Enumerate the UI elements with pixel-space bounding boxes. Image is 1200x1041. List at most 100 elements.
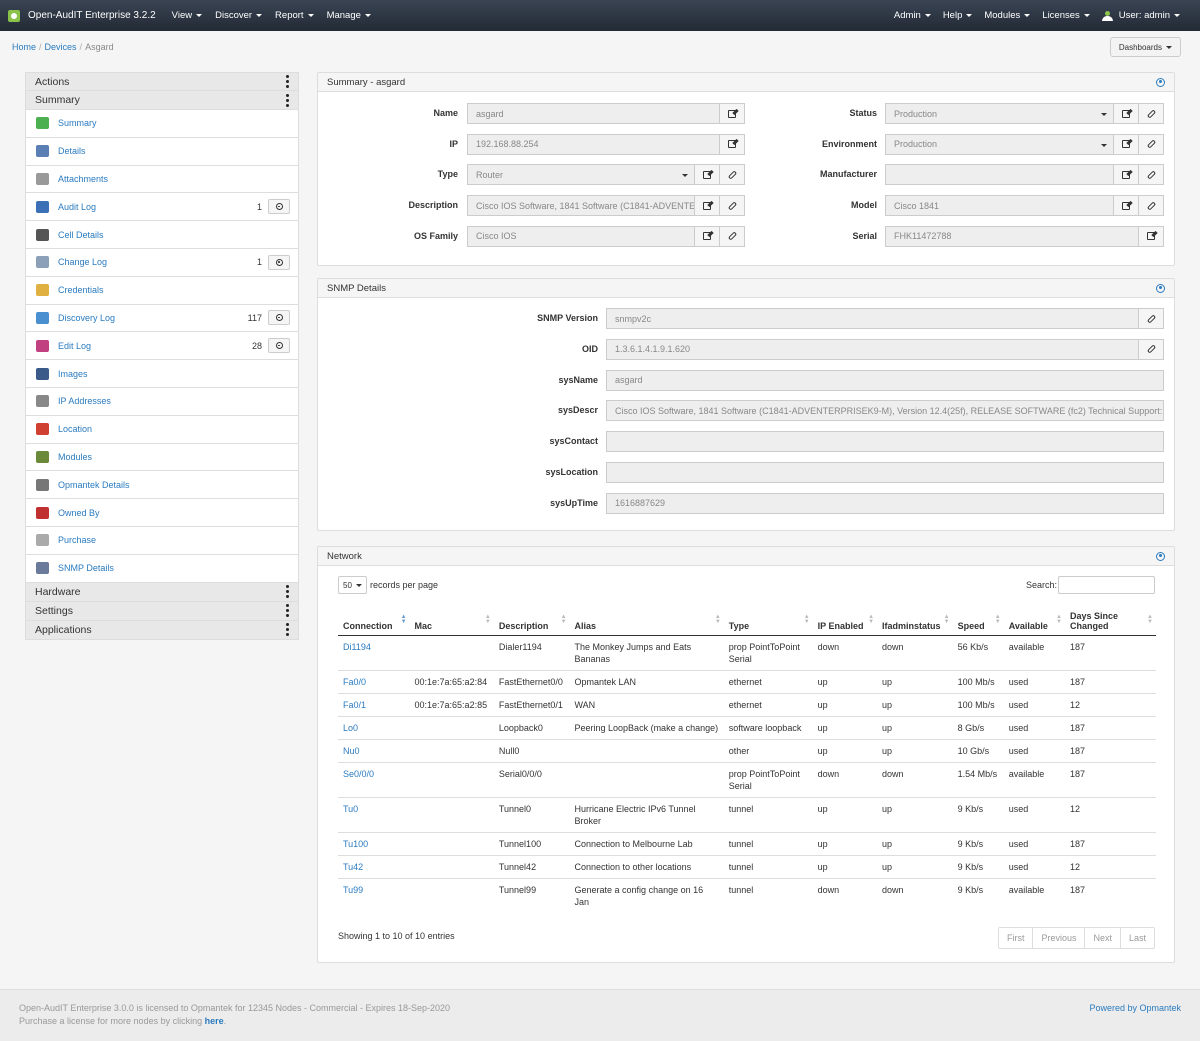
sidebar-item-owned-by[interactable]: Owned By <box>25 499 299 527</box>
column-header-ifadminstatus[interactable]: Ifadminstatus ▲ ▼ <box>877 603 953 636</box>
link-button[interactable] <box>1138 103 1164 124</box>
sidebar-item-snmp-details[interactable]: SNMP Details <box>25 554 299 583</box>
link-button[interactable] <box>1138 195 1164 217</box>
more-vertical-icon[interactable] <box>286 585 289 599</box>
status-select[interactable]: Production <box>885 103 1114 124</box>
cell-connection[interactable]: Lo0 <box>338 715 410 739</box>
cell-connection[interactable]: Se0/0/0 <box>338 761 410 797</box>
view-button[interactable] <box>268 310 290 326</box>
collapse-icon[interactable] <box>1156 77 1165 87</box>
cell-connection[interactable]: Fa0/1 <box>338 692 410 716</box>
sidebar-item-cell-details[interactable]: Cell Details <box>25 221 299 249</box>
sidebar-group-settings[interactable]: Settings <box>25 601 299 621</box>
cell-connection[interactable]: Tu0 <box>338 796 410 832</box>
edit-button[interactable] <box>1138 225 1164 247</box>
more-vertical-icon[interactable] <box>286 93 289 107</box>
cell-connection[interactable]: Tu99 <box>338 877 410 913</box>
menu-admin[interactable]: Admin <box>894 10 931 21</box>
sysuptime-input[interactable]: 1616887629 <box>606 492 1164 514</box>
cell-connection[interactable]: Di1194 <box>338 634 410 670</box>
menu-view[interactable]: View <box>172 10 203 21</box>
column-header-available[interactable]: Available ▲ ▼ <box>1003 603 1065 636</box>
sysdescr-input[interactable]: Cisco IOS Software, 1841 Software (C1841… <box>606 400 1164 422</box>
syslocation-input[interactable] <box>606 462 1164 483</box>
column-header-mac[interactable]: Mac ▲ ▼ <box>409 603 494 636</box>
sidebar-item-change-log[interactable]: Change Log 1 <box>25 248 299 277</box>
sidebar-item-discovery-log[interactable]: Discovery Log 117 <box>25 304 299 333</box>
sidebar-item-details[interactable]: Details <box>25 137 299 166</box>
cell-connection[interactable]: Fa0/0 <box>338 669 410 693</box>
sidebar-item-attachments[interactable]: Attachments <box>25 165 299 194</box>
cell-connection[interactable]: Nu0 <box>338 738 410 762</box>
menu-modules[interactable]: Modules <box>984 10 1031 21</box>
environment-select[interactable]: Production <box>885 133 1114 155</box>
column-header-days-since-changed[interactable]: Days Since Changed ▲ ▼ <box>1064 603 1156 636</box>
snmp-version-input[interactable]: snmpv2c <box>606 308 1139 329</box>
sidebar-item-ip-addresses[interactable]: IP Addresses <box>25 387 299 416</box>
menu-discover[interactable]: Discover <box>215 10 263 21</box>
cell-connection[interactable]: Tu100 <box>338 831 410 855</box>
open-audit-logo-icon[interactable] <box>8 9 20 22</box>
breadcrumb-devices[interactable]: Devices <box>45 42 77 52</box>
link-button[interactable] <box>1138 164 1164 186</box>
edit-button[interactable] <box>1113 164 1139 186</box>
view-button[interactable] <box>268 199 290 215</box>
sidebar-item-edit-log[interactable]: Edit Log 28 <box>25 332 299 361</box>
sidebar-item-summary[interactable]: Summary <box>25 110 299 138</box>
more-vertical-icon[interactable] <box>286 75 289 88</box>
collapse-icon[interactable] <box>1156 551 1165 561</box>
view-button[interactable] <box>268 254 290 270</box>
user-menu[interactable]: User: admin <box>1119 10 1180 21</box>
syscontact-input[interactable] <box>606 431 1164 453</box>
collapse-icon[interactable] <box>1156 283 1165 293</box>
pager-last-button[interactable]: Last <box>1119 928 1154 948</box>
manufacturer-input[interactable] <box>885 164 1114 186</box>
sidebar-group-summary[interactable]: Summary <box>25 91 299 110</box>
page-size-select[interactable]: 50 <box>338 576 367 594</box>
menu-licenses[interactable]: Licenses <box>1042 10 1090 21</box>
serial-input[interactable]: FHK11472788 <box>885 225 1139 247</box>
edit-button[interactable] <box>1113 103 1139 124</box>
dashboards-button[interactable]: Dashboards <box>1109 37 1181 57</box>
link-button[interactable] <box>1138 338 1164 360</box>
view-button[interactable] <box>268 338 290 354</box>
link-button[interactable] <box>1138 133 1164 155</box>
more-vertical-icon[interactable] <box>286 604 289 618</box>
menu-manage[interactable]: Manage <box>327 10 371 21</box>
column-header-description[interactable]: Description ▲ ▼ <box>493 603 570 636</box>
sidebar-item-purchase[interactable]: Purchase <box>25 526 299 555</box>
sidebar-item-opmantek-details[interactable]: Opmantek Details <box>25 471 299 500</box>
table-row: Di1194 Dialer1194 The Monkey Jumps and Eat… <box>338 634 1156 670</box>
column-header-alias[interactable]: Alias ▲ ▼ <box>569 603 724 636</box>
sidebar-group-applications[interactable]: Applications <box>25 620 299 640</box>
model-input[interactable]: Cisco 1841 <box>885 195 1114 217</box>
search-input[interactable] <box>1058 576 1155 594</box>
sysname-input[interactable]: asgard <box>606 369 1164 391</box>
column-header-connection[interactable]: Connection ▲ ▼ <box>338 603 410 636</box>
menu-report[interactable]: Report <box>275 10 314 21</box>
powered-by-link[interactable]: Powered by Opmantek <box>1089 1002 1181 1015</box>
sidebar-item-location[interactable]: Location <box>25 415 299 444</box>
sidebar-item-audit-log[interactable]: Audit Log 1 <box>25 193 299 222</box>
edit-button[interactable] <box>1113 195 1139 217</box>
pager-next-button[interactable]: Next <box>1084 928 1120 948</box>
column-header-ip-enabled[interactable]: IP Enabled ▲ ▼ <box>812 603 878 636</box>
column-header-speed[interactable]: Speed ▲ ▼ <box>952 603 1004 636</box>
menu-help[interactable]: Help <box>943 10 973 21</box>
purchase-link[interactable]: here <box>205 1016 224 1026</box>
link-button[interactable] <box>1138 308 1164 329</box>
pager-previous-button[interactable]: Previous <box>1032 928 1084 948</box>
sidebar-item-modules[interactable]: Modules <box>25 443 299 472</box>
column-header-type[interactable]: Type ▲ ▼ <box>723 603 813 636</box>
oid-input[interactable]: 1.3.6.1.4.1.9.1.620 <box>606 338 1139 360</box>
breadcrumb-home[interactable]: Home <box>12 42 36 52</box>
cell-connection[interactable]: Tu42 <box>338 854 410 878</box>
sidebar-group-hardware[interactable]: Hardware <box>25 582 299 602</box>
edit-button[interactable] <box>1113 133 1139 155</box>
sidebar-item-images[interactable]: Images <box>25 360 299 388</box>
pager-first-button[interactable]: First <box>999 928 1033 948</box>
more-vertical-icon[interactable] <box>286 623 289 637</box>
app-brand[interactable]: Open-AudIT Enterprise 3.2.2 <box>28 10 156 21</box>
sidebar-item-credentials[interactable]: Credentials <box>25 276 299 305</box>
sidebar-group-actions[interactable]: Actions <box>25 72 299 91</box>
